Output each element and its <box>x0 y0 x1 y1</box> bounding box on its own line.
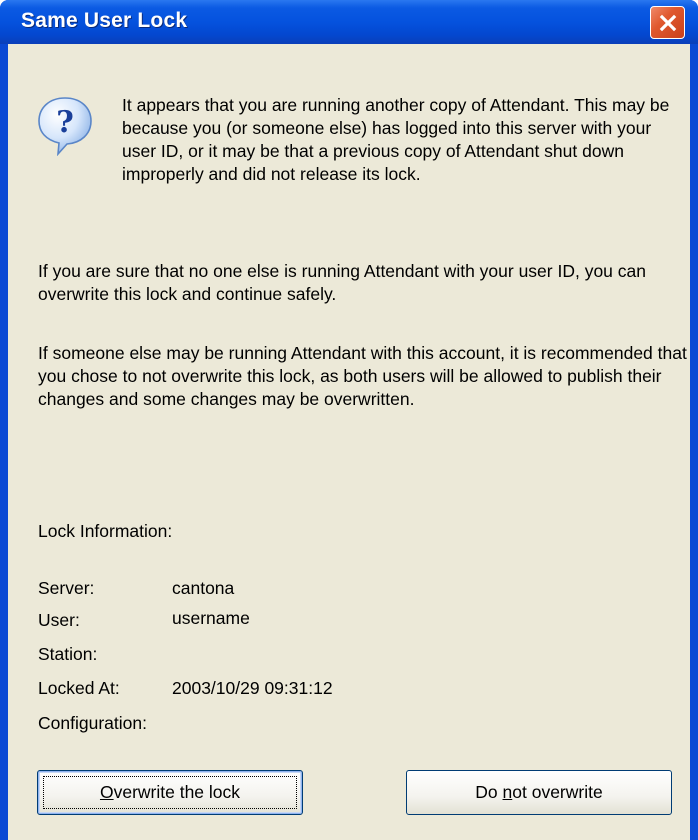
do-not-overwrite-label: Do not overwrite <box>475 782 602 803</box>
configuration-label: Configuration: <box>38 713 147 733</box>
server-value: cantona <box>172 578 235 598</box>
locked-at-value: 2003/10/29 09:31:12 <box>172 678 333 698</box>
warning-message: If someone else may be running Attendant… <box>38 343 687 409</box>
close-icon <box>659 14 676 31</box>
station-label: Station: <box>38 644 98 664</box>
window-title: Same User Lock <box>21 9 188 32</box>
overwrite-label-rest: verwrite the lock <box>113 782 241 802</box>
safe-note-message: If you are sure that no one else is runn… <box>38 261 646 304</box>
overwrite-lock-label: Overwrite the lock <box>100 782 240 803</box>
intro-message: It appears that you are running another … <box>122 95 670 184</box>
overwrite-mnemonic: O <box>99 782 114 802</box>
dialog-body: ? It appears that you are running anothe… <box>8 44 690 840</box>
overwrite-lock-button[interactable]: Overwrite the lock <box>37 770 303 815</box>
close-button[interactable] <box>650 6 685 39</box>
server-label: Server: <box>38 578 95 598</box>
dialog-window: Same User Lock ? It appears that you are… <box>0 0 698 840</box>
do-not-overwrite-before: Do <box>475 782 503 802</box>
user-value: username <box>172 608 250 628</box>
title-bar[interactable]: Same User Lock <box>0 0 698 44</box>
do-not-overwrite-rest: ot overwrite <box>512 782 603 802</box>
do-not-overwrite-mnemonic: n <box>502 782 513 802</box>
lock-info-heading: Lock Information: <box>38 521 173 541</box>
question-icon: ? <box>38 97 92 156</box>
svg-text:?: ? <box>56 105 74 140</box>
locked-at-label: Locked At: <box>38 678 120 698</box>
user-label: User: <box>38 610 80 630</box>
do-not-overwrite-button[interactable]: Do not overwrite <box>406 770 672 815</box>
